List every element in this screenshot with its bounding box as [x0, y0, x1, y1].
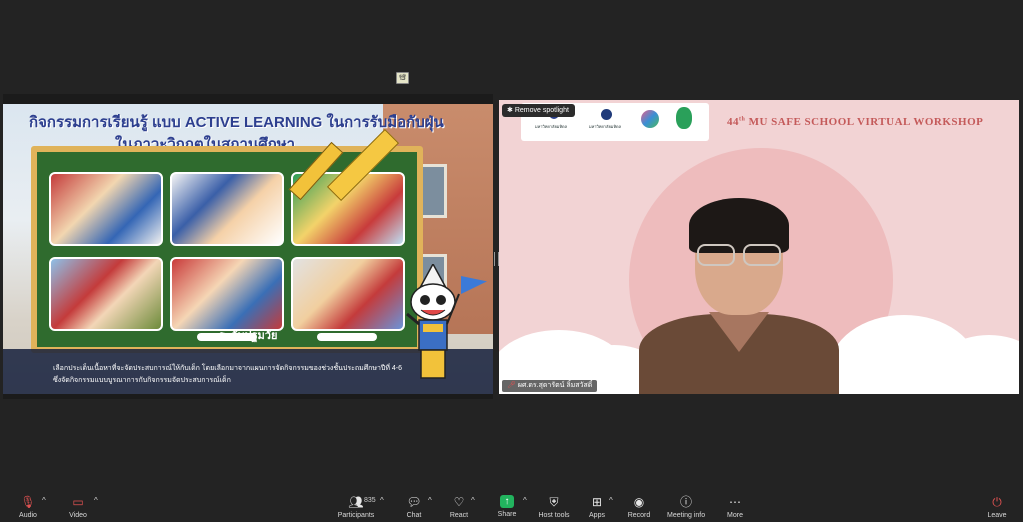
- mascot-illustration: [406, 264, 460, 379]
- participants-options-caret-icon[interactable]: ^: [380, 496, 384, 505]
- react-options-caret-icon[interactable]: ^: [471, 496, 475, 505]
- more-button[interactable]: ⋯ More: [723, 490, 747, 522]
- presentation-slide: กิจกรรมการเรียนรู้ แบบ ACTIVE LEARNING ใ…: [3, 104, 493, 394]
- host-tools-button[interactable]: ⛨ Host tools: [537, 490, 571, 522]
- logo1-text: มหาวิทยาลัยมหิดล: [535, 124, 568, 129]
- more-dots-icon: ⋯: [729, 495, 741, 509]
- activity-photo: [49, 172, 163, 246]
- mic-muted-icon: 🎤︎: [507, 382, 516, 389]
- meeting-toolbar: 🎙︎ Audio ^ ▭ Video ^ 👥︎ Participants 835…: [0, 490, 1023, 522]
- speaker-video-tile[interactable]: มหาวิทยาลัยมหิดล มหาวิทยาลัยมหิดล 44th M…: [499, 100, 1019, 394]
- activity-photo: [170, 172, 284, 246]
- mic-muted-icon: 🎙︎: [20, 495, 36, 509]
- activity-photo: [291, 257, 405, 331]
- info-icon: ⓘ: [679, 495, 692, 509]
- share-options-caret-icon[interactable]: ^: [523, 496, 527, 505]
- participant-name-tag: 🎤︎ ผศ.ดร.สุดารัตน์ ลิ้มสวัสดิ์: [502, 380, 598, 392]
- heart-icon: ♡: [453, 495, 465, 509]
- screen-share-indicator-icon[interactable]: 📽: [396, 72, 409, 84]
- chat-options-caret-icon[interactable]: ^: [428, 496, 432, 505]
- apps-icon: ⊞: [591, 495, 603, 509]
- shared-screen-tile: กิจกรรมการเรียนรู้ แบบ ACTIVE LEARNING ใ…: [3, 94, 493, 399]
- chat-icon: 💬︎: [406, 495, 422, 509]
- pin-icon: ✱: [507, 107, 513, 114]
- shield-icon: ⛨: [549, 495, 559, 509]
- video-options-caret-icon[interactable]: ^: [94, 496, 98, 505]
- leave-button[interactable]: ⏻ Leave: [984, 490, 1010, 522]
- share-screen-icon: ↑: [500, 495, 514, 508]
- audio-options-caret-icon[interactable]: ^: [42, 496, 46, 505]
- record-icon: ◉: [633, 495, 645, 509]
- anniversary-60-logo-icon: [641, 110, 659, 128]
- health-logo-icon: [676, 107, 692, 129]
- speaker-glasses: [697, 244, 781, 266]
- participants-icon: 👥︎: [348, 495, 364, 509]
- video-button[interactable]: ▭ Video: [64, 490, 92, 522]
- remove-spotlight-button[interactable]: ✱ Remove spotlight: [502, 104, 575, 117]
- meeting-info-button[interactable]: ⓘ Meeting info: [667, 490, 705, 522]
- chat-button[interactable]: 💬︎ Chat: [402, 490, 426, 522]
- workshop-title: 44th MU SAFE SCHOOL VIRTUAL WORKSHOP: [727, 116, 984, 128]
- activity-photo: [49, 257, 163, 331]
- university-seal-icon: [601, 109, 612, 120]
- video-off-icon: ▭: [72, 495, 84, 509]
- leave-icon: ⏻: [992, 495, 1002, 509]
- record-button[interactable]: ◉ Record: [625, 490, 653, 522]
- apps-button[interactable]: ⊞ Apps: [585, 490, 609, 522]
- apps-options-caret-icon[interactable]: ^: [609, 496, 613, 505]
- participants-count: 835: [364, 497, 376, 504]
- share-button[interactable]: ↑ Share: [495, 490, 519, 522]
- slide-footer-line1: เลือกประเด็นเนื้อหาที่จะจัดประสบการณ์ให้…: [53, 365, 403, 372]
- slide-footer-line2: ซึ่งจัดกิจกรรมแบบบูรณาการกับกิจกรรมจัดปร…: [53, 377, 231, 384]
- react-button[interactable]: ♡ React: [447, 490, 471, 522]
- logo2-text: มหาวิทยาลัยมหิดล: [589, 124, 622, 129]
- participants-button[interactable]: 👥︎ Participants: [336, 490, 376, 522]
- activity-photo: [170, 257, 284, 331]
- audio-button[interactable]: 🎙︎ Audio: [14, 490, 42, 522]
